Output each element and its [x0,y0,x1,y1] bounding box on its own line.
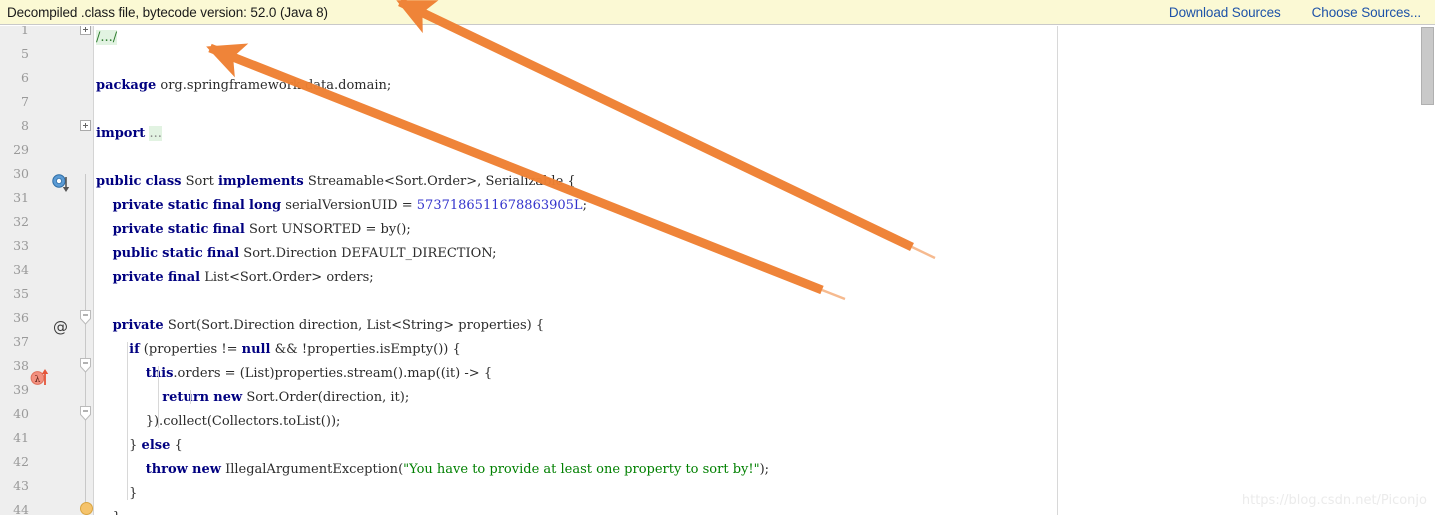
code-line[interactable]: if (properties != null && !properties.is… [96,338,769,362]
line-number: 1 [21,26,29,37]
line-number: 30 [13,166,29,181]
code-text[interactable]: /.../ package org.springframework.data.d… [96,26,769,515]
code-line[interactable]: private final List<Sort.Order> orders; [96,266,769,290]
fold-expand-icon[interactable] [80,26,91,35]
download-sources-link[interactable]: Download Sources [1169,5,1281,20]
implemented-by-icon[interactable] [52,174,74,201]
code-line[interactable] [96,290,769,314]
line-number: 32 [13,214,29,229]
code-line[interactable] [96,50,769,74]
decompiled-class-banner: Decompiled .class file, bytecode version… [0,0,1435,25]
svg-text:λ: λ [35,375,41,385]
site-watermark: https://blog.csdn.net/Piconjo [1241,493,1427,508]
fold-region-line [85,174,86,510]
code-line[interactable]: package org.springframework.data.domain; [96,74,769,98]
lambda-marker-icon[interactable]: λ [30,366,54,395]
fold-region-end-icon[interactable] [80,358,91,373]
fold-region-end-icon[interactable] [80,406,91,421]
code-line[interactable]: private static final long serialVersionU… [96,194,769,218]
code-line[interactable]: } [96,506,769,515]
indent-guide [127,342,129,500]
line-number: 5 [21,46,29,61]
line-number: 31 [13,190,29,205]
code-line[interactable]: private static final Sort UNSORTED = by(… [96,218,769,242]
line-number: 37 [13,334,29,349]
code-line[interactable] [96,98,769,122]
line-number: 29 [13,142,29,157]
line-number: 40 [13,406,29,421]
banner-message: Decompiled .class file, bytecode version… [7,4,328,20]
code-line[interactable]: return new Sort.Order(direction, it); [96,386,769,410]
code-line[interactable]: throw new IllegalArgumentException("You … [96,458,769,482]
line-number: 44 [13,502,29,515]
code-line[interactable]: } [96,482,769,506]
code-line[interactable]: import ... [96,122,769,146]
line-number: 42 [13,454,29,469]
code-line[interactable] [96,146,769,170]
code-line[interactable]: public static final Sort.Direction DEFAU… [96,242,769,266]
code-line[interactable]: } else { [96,434,769,458]
choose-sources-link[interactable]: Choose Sources... [1312,5,1421,20]
vertical-scrollbar-track[interactable] [1420,26,1435,515]
code-folding-column[interactable] [78,26,94,515]
line-number: 43 [13,478,29,493]
line-number: 39 [13,382,29,397]
fold-region-end-icon[interactable] [80,310,91,325]
line-number: 7 [21,94,29,109]
line-number: 36 [13,310,29,325]
line-number: 35 [13,286,29,301]
line-number: 38 [13,358,29,373]
indent-guide [158,366,160,428]
overrides-annotation-icon[interactable]: @ [53,318,68,336]
line-number: 41 [13,430,29,445]
right-margin-guide [1057,26,1058,515]
line-number: 6 [21,70,29,85]
fold-expand-icon[interactable] [80,120,91,131]
line-number: 33 [13,238,29,253]
code-line[interactable]: }).collect(Collectors.toList()); [96,410,769,434]
banner-actions: Download Sources Choose Sources... [1169,5,1435,20]
code-line[interactable]: /.../ [96,26,769,50]
code-line[interactable]: private Sort(Sort.Direction direction, L… [96,314,769,338]
code-line[interactable]: public class Sort implements Streamable<… [96,170,769,194]
code-editor[interactable]: 1 5 6 7 8 29 30 31 32 33 34 35 36 37 38 39 40 41 42 43 44 @ … [0,26,1435,515]
indent-guide [189,390,191,404]
code-line[interactable]: this.orders = (List)properties.stream().… [96,362,769,386]
fold-region-collapsed-icon[interactable] [80,502,93,515]
vertical-scrollbar-thumb[interactable] [1421,27,1434,105]
line-number: 8 [21,118,29,133]
line-number: 34 [13,262,29,277]
